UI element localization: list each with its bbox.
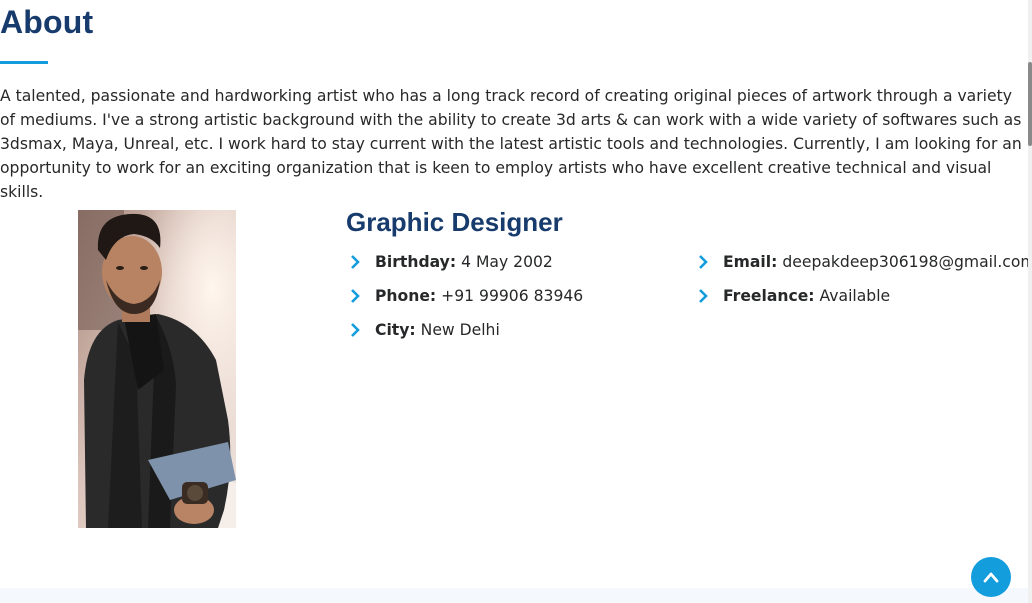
chevron-right-icon [699,289,708,303]
next-section-background [0,588,1032,603]
info-label: Email: [723,253,778,271]
section-title: About [0,4,94,40]
chevron-right-icon [351,323,360,337]
profile-photo [78,210,236,528]
title-underline [0,61,48,64]
back-to-top-button[interactable] [971,557,1011,597]
info-label: City: [375,321,416,339]
chevron-right-icon [351,289,360,303]
info-item-freelance: Freelance: Available [698,286,890,306]
chevron-right-icon [351,255,360,269]
info-label: Freelance: [723,287,815,305]
info-label: Birthday: [375,253,457,271]
info-value: deepakdeep306198@gmail.com [782,253,1032,271]
about-intro-text: A talented, passionate and hardworking a… [0,87,1022,201]
info-label: Phone: [375,287,437,305]
info-item-city: City: New Delhi [350,320,500,340]
info-value: 4 May 2002 [461,253,553,271]
info-value: Available [819,287,891,305]
arrow-up-icon [983,572,999,583]
role-title: Graphic Designer [346,207,563,237]
info-item-phone: Phone: +91 99906 83946 [350,286,583,306]
scrollbar-thumb[interactable] [1028,62,1032,146]
info-item-email: Email: deepakdeep306198@gmail.com [698,252,1032,272]
info-item-birthday: Birthday: 4 May 2002 [350,252,553,272]
info-value: +91 99906 83946 [441,287,584,305]
chevron-right-icon [699,255,708,269]
info-value: New Delhi [420,321,500,339]
